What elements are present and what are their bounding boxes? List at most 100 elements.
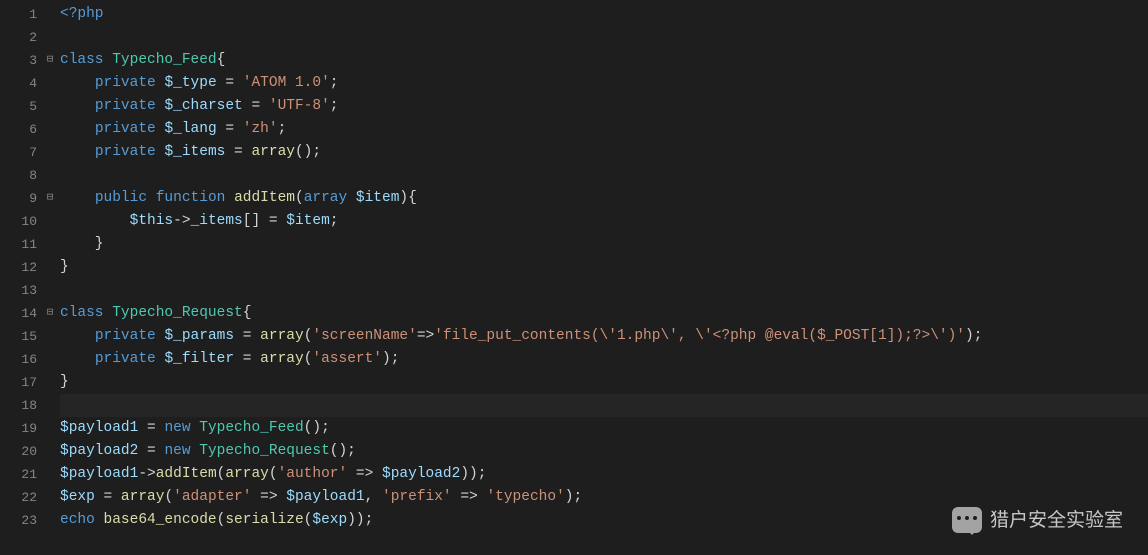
token-str: 'UTF-8' (269, 98, 330, 114)
line-number: 20 (0, 440, 37, 463)
token-str: 'prefix' (382, 489, 452, 505)
token-var: $_lang (164, 121, 216, 137)
token-pun (60, 98, 95, 114)
fold-marker[interactable]: ⊟ (40, 302, 60, 325)
code-line[interactable]: } (60, 256, 1148, 279)
fold-empty (40, 279, 60, 302)
code-line[interactable]: } (60, 233, 1148, 256)
line-number: 3 (0, 49, 37, 72)
fold-marker[interactable]: ⊟ (40, 187, 60, 210)
token-pun: ( (269, 466, 278, 482)
line-number: 15 (0, 325, 37, 348)
fold-empty (40, 463, 60, 486)
code-line[interactable]: public function addItem(array $item){ (60, 187, 1148, 210)
line-number: 14 (0, 302, 37, 325)
code-line[interactable]: $payload2 = new Typecho_Request(); (60, 440, 1148, 463)
token-var: $_charset (164, 98, 242, 114)
line-number: 4 (0, 72, 37, 95)
token-pun: (); (295, 144, 321, 160)
token-var: $_filter (164, 351, 234, 367)
token-pun: { (217, 52, 226, 68)
token-pun: = (138, 443, 164, 459)
code-line[interactable]: private $_lang = 'zh'; (60, 118, 1148, 141)
token-kw: <?php (60, 6, 104, 22)
token-pun: => (347, 466, 382, 482)
token-var: $exp (60, 489, 95, 505)
token-arr: array (251, 144, 295, 160)
token-cls: Typecho_Feed (199, 420, 303, 436)
token-kw: private (95, 351, 156, 367)
code-line[interactable]: } (60, 371, 1148, 394)
line-number: 21 (0, 463, 37, 486)
token-pun: ); (965, 328, 982, 344)
code-line[interactable] (60, 164, 1148, 187)
line-number: 9 (0, 187, 37, 210)
token-kw: private (95, 75, 156, 91)
code-line[interactable]: $this->_items[] = $item; (60, 210, 1148, 233)
code-line[interactable]: private $_items = array(); (60, 141, 1148, 164)
line-number: 16 (0, 348, 37, 371)
fold-empty (40, 256, 60, 279)
token-pun: -> (173, 213, 190, 229)
code-editor[interactable]: 1234567891011121314151617181920212223 ⊟⊟… (0, 0, 1148, 555)
token-kw: class (60, 52, 104, 68)
token-arr: array (225, 466, 269, 482)
line-number: 23 (0, 509, 37, 532)
code-line[interactable]: $payload1->addItem(array('author' => $pa… (60, 463, 1148, 486)
fold-column[interactable]: ⊟ ⊟ ⊟ (40, 0, 60, 555)
fold-marker[interactable]: ⊟ (40, 49, 60, 72)
code-line[interactable]: private $_charset = 'UTF-8'; (60, 95, 1148, 118)
token-kw: new (164, 420, 190, 436)
fold-empty (40, 325, 60, 348)
code-line[interactable] (60, 26, 1148, 49)
token-str: 'zh' (243, 121, 278, 137)
code-line[interactable]: $exp = array('adapter' => $payload1, 'pr… (60, 486, 1148, 509)
code-line[interactable] (60, 279, 1148, 302)
code-line[interactable]: <?php (60, 3, 1148, 26)
token-var: $item (286, 213, 330, 229)
token-var: $item (356, 190, 400, 206)
token-pun: } (60, 236, 104, 252)
token-pun: ; (330, 75, 339, 91)
code-line[interactable]: class Typecho_Feed{ (60, 49, 1148, 72)
token-var: _items (191, 213, 243, 229)
code-line[interactable]: private $_filter = array('assert'); (60, 348, 1148, 371)
token-pun (95, 512, 104, 528)
token-var: $this (130, 213, 174, 229)
token-cls: Typecho_Request (112, 305, 243, 321)
code-line[interactable]: class Typecho_Request{ (60, 302, 1148, 325)
token-pun: ( (295, 190, 304, 206)
token-pun: , (365, 489, 382, 505)
token-pun: => (417, 328, 434, 344)
code-line[interactable]: private $_params = array('screenName'=>'… (60, 325, 1148, 348)
line-number: 11 (0, 233, 37, 256)
code-area[interactable]: <?php class Typecho_Feed{ private $_type… (60, 0, 1148, 555)
token-pun (60, 144, 95, 160)
token-var: $payload1 (60, 420, 138, 436)
token-fn: addItem (234, 190, 295, 206)
fold-empty (40, 72, 60, 95)
token-arr: array (260, 351, 304, 367)
line-number: 13 (0, 279, 37, 302)
line-number: 2 (0, 26, 37, 49)
token-pun (60, 121, 95, 137)
line-number: 10 (0, 210, 37, 233)
fold-empty (40, 417, 60, 440)
token-pun: )); (347, 512, 373, 528)
code-line[interactable] (60, 394, 1148, 417)
fold-empty (40, 210, 60, 233)
token-pun (104, 52, 113, 68)
fold-empty (40, 3, 60, 26)
code-line[interactable]: $payload1 = new Typecho_Feed(); (60, 417, 1148, 440)
code-line[interactable]: private $_type = 'ATOM 1.0'; (60, 72, 1148, 95)
token-var: $payload1 (60, 466, 138, 482)
wechat-icon (952, 507, 982, 533)
token-str: 'author' (278, 466, 348, 482)
token-pun: ; (330, 98, 339, 114)
fold-empty (40, 26, 60, 49)
token-kw: array (304, 190, 348, 206)
line-number: 6 (0, 118, 37, 141)
token-kw: private (95, 98, 156, 114)
fold-empty (40, 440, 60, 463)
token-pun: ; (278, 121, 287, 137)
